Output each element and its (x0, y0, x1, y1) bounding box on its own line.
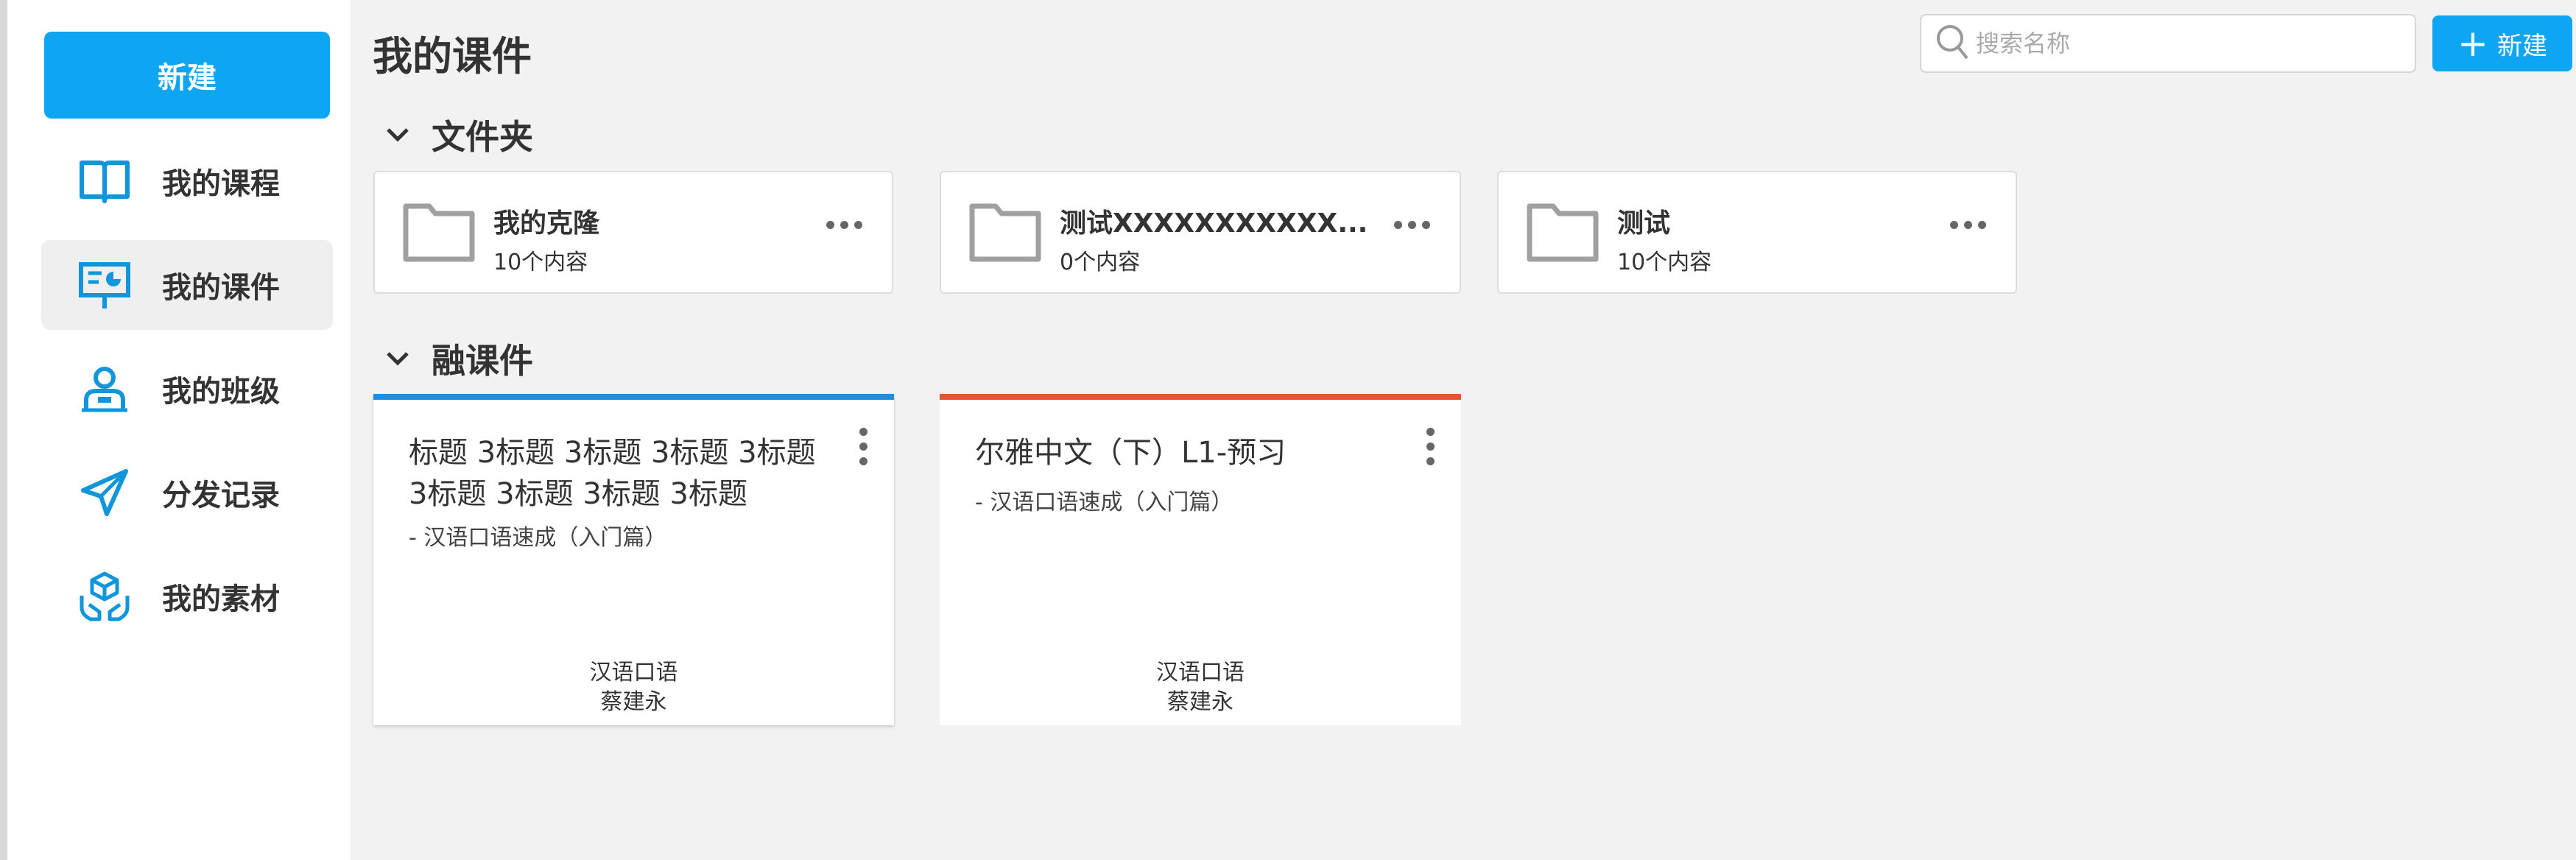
card-subtitle: - 汉语口语速成（入门篇） (975, 490, 1234, 515)
page-title: 我的课件 (373, 33, 532, 80)
card-category: 汉语口语 (1156, 660, 1245, 685)
sidebar-item-my-courses[interactable]: 我的课程 (41, 136, 333, 226)
sidebar-item-my-materials[interactable]: 我的素材 (41, 551, 333, 641)
folder-name: 测试XXXXXXXXXXX... (1060, 208, 1368, 239)
folder-card[interactable]: 测试 10个内容 (1497, 171, 2017, 294)
sidebar-item-label: 我的课件 (162, 271, 280, 305)
sidebar-item-distribution-records[interactable]: 分发记录 (41, 448, 333, 538)
folder-count: 10个内容 (1617, 250, 1712, 275)
search-box[interactable] (1920, 14, 2416, 73)
new-button[interactable]: + 新建 (2432, 15, 2572, 71)
folder-icon (403, 203, 475, 262)
sidebar-item-my-classes[interactable]: 我的班级 (41, 344, 333, 434)
courseware-card[interactable]: 尔雅中文（下）L1-预习 - 汉语口语速成（入门篇） 汉语口语 蔡建永 (940, 394, 1461, 725)
card-category: 汉语口语 (589, 660, 678, 685)
more-options-icon[interactable] (1394, 221, 1430, 229)
app-root: 新建 我的课程 我的课件 我的班级 分发记录 我的素材 我的课件 搜索名称 + … (0, 0, 2576, 860)
sidebar-nav: 我的课程 我的课件 我的班级 分发记录 我的素材 (41, 136, 333, 655)
folders-section-header[interactable]: 文件夹 (384, 110, 533, 159)
materials-hands-icon (78, 570, 131, 623)
more-options-icon[interactable] (826, 221, 862, 229)
paper-plane-icon (78, 466, 131, 519)
chevron-down-icon (387, 128, 409, 142)
more-options-icon[interactable] (859, 428, 868, 465)
folder-name: 测试 (1617, 208, 1671, 239)
presentation-icon (78, 258, 131, 311)
section-title: 融课件 (432, 341, 533, 381)
section-title: 文件夹 (432, 117, 533, 157)
sidebar-item-label: 我的素材 (162, 582, 280, 616)
folder-count: 10个内容 (493, 250, 588, 275)
folder-name: 我的克隆 (493, 208, 600, 239)
folder-card[interactable]: 我的克隆 10个内容 (373, 171, 893, 294)
sidebar-item-label: 我的课程 (162, 167, 280, 201)
card-author: 蔡建永 (600, 689, 667, 715)
more-options-icon[interactable] (1426, 428, 1435, 465)
search-input[interactable] (1976, 29, 2388, 57)
chevron-down-icon (387, 352, 409, 366)
card-accent-bar (940, 394, 1461, 400)
card-accent-bar (373, 394, 894, 400)
new-button-label: 新建 (2496, 31, 2547, 61)
card-subtitle: - 汉语口语速成（入门篇） (409, 525, 667, 551)
card-title: 标题 3标题 3标题 3标题 3标题 3标题 3标题 3标题 3标题 (409, 436, 816, 511)
sidebar: 新建 我的课程 我的课件 我的班级 分发记录 我的素材 (0, 0, 351, 860)
sidebar-item-label: 分发记录 (162, 479, 280, 512)
folder-icon (1527, 203, 1599, 262)
card-title: 尔雅中文（下）L1-预习 (975, 436, 1287, 470)
search-icon (1935, 23, 1970, 64)
courseware-section-header[interactable]: 融课件 (384, 334, 533, 383)
courseware-card[interactable]: 标题 3标题 3标题 3标题 3标题 3标题 3标题 3标题 3标题 - 汉语口… (373, 394, 894, 725)
card-author: 蔡建永 (1167, 689, 1234, 715)
book-icon (78, 155, 131, 208)
sidebar-new-button[interactable]: 新建 (44, 32, 330, 119)
folder-count: 0个内容 (1060, 250, 1141, 275)
folder-card[interactable]: 测试XXXXXXXXXXX... 0个内容 (940, 171, 1461, 294)
plus-icon: + (2457, 22, 2488, 65)
folder-icon (969, 203, 1041, 262)
more-options-icon[interactable] (1950, 221, 1986, 229)
sidebar-item-label: 我的班级 (162, 375, 280, 409)
sidebar-item-my-courseware[interactable]: 我的课件 (41, 240, 333, 330)
class-user-icon (78, 362, 131, 415)
